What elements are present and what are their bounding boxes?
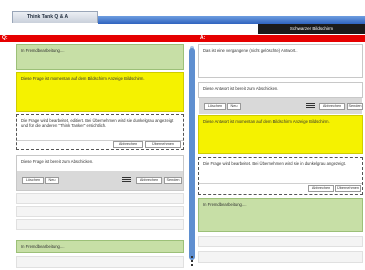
question-card-on-screen[interactable]: Diese Frage ist momentan auf dem Bildsch…	[16, 72, 184, 112]
title-stripe	[98, 16, 365, 24]
answer-card-on-screen[interactable]: Diese Antwort ist momentan auf dem Bilds…	[198, 115, 363, 154]
answer-slot-empty[interactable]	[198, 236, 363, 247]
question-card-text: Diese Frage ist bereit zum Abschicken.	[21, 159, 94, 164]
question-card-text: In Fremdbearbeitung....	[21, 244, 65, 249]
scrollbar-grip	[191, 264, 193, 266]
answer-card-editing[interactable]: Die Frage wird bearbeitet. Bei Übernehme…	[198, 157, 363, 195]
scrollbar-grip	[191, 256, 193, 258]
column-header-bar: Q: A:	[0, 35, 365, 42]
answer-card-text: In Fremdbearbeitung....	[203, 202, 247, 207]
question-slot-empty[interactable]	[16, 206, 184, 217]
questions-header: Q:	[2, 35, 8, 41]
question-card-foreign-edit[interactable]: In Fremdbearbeitung....	[16, 240, 184, 253]
scrollbar-thumb[interactable]	[189, 48, 195, 260]
cancel-button[interactable]: Abbrechen	[113, 141, 143, 148]
questions-scrollbar[interactable]	[187, 42, 197, 270]
question-card-foreign-edit[interactable]: In Fremdbearbeitung....	[16, 44, 184, 70]
answer-slot-empty[interactable]	[198, 251, 363, 263]
question-slot-empty[interactable]	[16, 256, 184, 268]
delete-button[interactable]: Löschen	[22, 177, 44, 184]
cancel-button[interactable]: Abbrechen	[136, 177, 162, 184]
accept-button[interactable]: Übernehmen	[145, 141, 181, 148]
question-slot-empty[interactable]	[16, 219, 184, 230]
send-button[interactable]: Senden	[164, 177, 182, 184]
printer-icon[interactable]	[122, 177, 131, 183]
answer-card-foreign-edit[interactable]: In Fremdbearbeitung....	[198, 198, 363, 232]
question-card-editing[interactable]: Die Frage wird bearbeitet, editiert. Bei…	[16, 114, 184, 150]
answer-card-past[interactable]: Das ist eine vergangene (nicht gelöschte…	[198, 44, 363, 78]
cancel-button[interactable]: Abbrechen	[319, 103, 345, 110]
scrollbar-grip	[191, 260, 193, 262]
question-card-text: Diese Frage ist momentan auf dem Bildsch…	[21, 76, 145, 81]
app-title-tab: Think Tank Q & A	[12, 11, 98, 23]
answer-card-ready[interactable]: Diese Antwort ist bereit zum Abschicken.	[198, 82, 363, 98]
answer-card-actions: Löschen Neu Abbrechen Senden	[199, 98, 363, 114]
new-button[interactable]: Neu	[227, 103, 241, 110]
answer-card-text: Diese Antwort ist momentan auf dem Bilds…	[203, 119, 330, 124]
printer-icon[interactable]	[306, 103, 315, 109]
question-card-actions: Löschen Neu Abbrechen Senden	[17, 171, 183, 190]
cancel-button[interactable]: Abbrechen	[308, 185, 334, 192]
answers-header: A:	[200, 35, 206, 41]
answer-card-text: Das ist eine vergangene (nicht gelöschte…	[203, 48, 298, 53]
question-card-text: Die Frage wird bearbeitet, editiert. Bei…	[21, 118, 174, 129]
new-button[interactable]: Neu	[45, 177, 59, 184]
delete-button[interactable]: Löschen	[204, 103, 226, 110]
send-button[interactable]: Senden	[347, 103, 363, 110]
question-card-text: In Fremdbearbeitung....	[21, 48, 65, 53]
blackout-button[interactable]: Schwarzer Bildschirm	[258, 24, 365, 34]
question-slot-empty[interactable]	[16, 193, 184, 204]
card-divider	[199, 183, 362, 184]
answer-card-text: Diese Antwort ist bereit zum Abschicken.	[203, 86, 279, 91]
window-titlebar: Think Tank Q & A	[0, 0, 365, 24]
accept-button[interactable]: Übernehmen	[335, 185, 361, 192]
answer-card-text: Die Frage wird bearbeitet. Bei Übernehme…	[203, 161, 346, 166]
